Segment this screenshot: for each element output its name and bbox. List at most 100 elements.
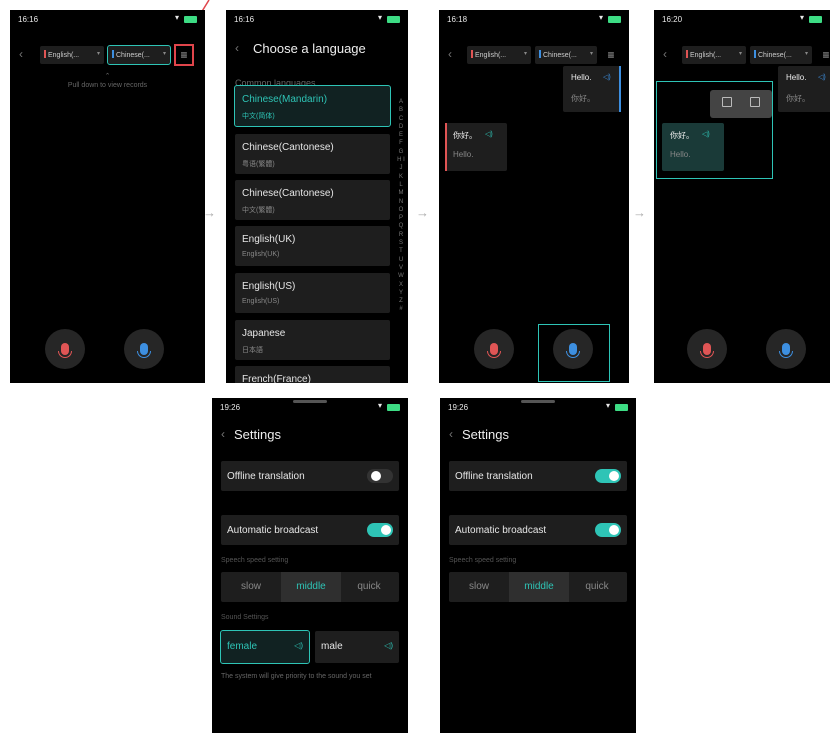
message-bubble-right[interactable]: Hello. ◁) 你好。 bbox=[778, 66, 830, 112]
message-translation: 你好。 bbox=[571, 94, 595, 103]
wifi-icon: ▾ bbox=[799, 13, 804, 22]
bubble-color-bar bbox=[619, 66, 621, 112]
target-language-label: Chinese(... bbox=[116, 52, 150, 59]
speed-slow[interactable]: slow bbox=[449, 572, 509, 602]
page-title: Settings bbox=[462, 427, 509, 442]
language-item[interactable]: Japanese 日本語 bbox=[235, 320, 390, 360]
source-color-bar bbox=[471, 50, 473, 58]
auto-broadcast-label: Automatic broadcast bbox=[455, 525, 547, 536]
language-item[interactable]: Chinese(Cantonese) 中文(繁體) bbox=[235, 180, 390, 220]
hamburger-menu-icon[interactable]: ≡ bbox=[603, 46, 619, 64]
share-icon[interactable] bbox=[750, 97, 760, 107]
offline-translation-toggle[interactable] bbox=[595, 469, 621, 483]
bubble-color-bar bbox=[445, 123, 447, 171]
speaker-icon[interactable]: ◁) bbox=[485, 130, 493, 138]
language-item[interactable]: English(UK) English(UK) bbox=[235, 226, 390, 266]
sound-female-option[interactable]: female ◁) bbox=[220, 630, 310, 664]
language-native: 中文(繁體) bbox=[242, 207, 275, 214]
target-language-button[interactable]: Chinese(... ▾ bbox=[107, 45, 171, 65]
chevron-up-icon: ⌃ bbox=[104, 73, 111, 80]
source-language-button[interactable]: English(... ▾ bbox=[467, 46, 531, 64]
speed-middle[interactable]: middle bbox=[281, 572, 341, 602]
chevron-left-icon[interactable]: ‹ bbox=[235, 41, 239, 55]
speed-slow[interactable]: slow bbox=[221, 572, 281, 602]
chevron-left-icon[interactable]: ‹ bbox=[663, 47, 667, 61]
language-native: 粤语(繁體) bbox=[242, 161, 275, 168]
speaker-icon: ◁) bbox=[294, 641, 303, 650]
chevron-left-icon[interactable]: ‹ bbox=[19, 47, 23, 61]
speed-quick[interactable]: quick bbox=[567, 572, 627, 602]
trash-icon[interactable] bbox=[722, 97, 732, 107]
message-action-popup bbox=[710, 90, 772, 118]
chevron-left-icon[interactable]: ‹ bbox=[221, 427, 225, 441]
page-title: Settings bbox=[234, 427, 281, 442]
message-bubble-right[interactable]: Hello. ◁) 你好。 bbox=[563, 66, 621, 112]
microphone-icon-target[interactable] bbox=[124, 329, 164, 369]
speed-middle[interactable]: middle bbox=[509, 572, 569, 602]
battery-icon bbox=[615, 404, 628, 411]
language-name: Chinese(Mandarin) bbox=[242, 94, 328, 105]
right-arrow-icon: → bbox=[633, 205, 646, 220]
hamburger-menu-icon[interactable]: ≡ bbox=[174, 44, 194, 66]
language-item-selected[interactable]: Chinese(Mandarin) 中文(简体) bbox=[234, 85, 391, 127]
sound-male-option[interactable]: male ◁) bbox=[315, 631, 399, 663]
mic-row bbox=[10, 329, 205, 373]
target-language-button[interactable]: Chinese(... ▾ bbox=[535, 46, 597, 64]
language-item[interactable]: Chinese(Cantonese) 粤语(繁體) bbox=[235, 134, 390, 174]
chevron-left-icon[interactable]: ‹ bbox=[448, 47, 452, 61]
screen-home: 16:16 ▾ ‹ English(... ▾ Chinese(... ▾ ≡ … bbox=[10, 10, 205, 383]
offline-translation-row: Offline translation bbox=[449, 461, 627, 491]
status-bar: 19:26 ▾ bbox=[440, 398, 636, 418]
screen-conversation-actions: 16:20 ▾ ‹ English(... ▾ Chinese(... ▾ ≡ … bbox=[654, 10, 830, 383]
language-native: English(UK) bbox=[242, 251, 280, 258]
target-color-bar bbox=[112, 50, 114, 58]
wifi-icon: ▾ bbox=[174, 13, 179, 22]
language-item[interactable]: English(US) English(US) bbox=[235, 273, 390, 313]
source-language-label: English(... bbox=[475, 52, 507, 59]
target-language-button[interactable]: Chinese(... ▾ bbox=[750, 46, 812, 64]
source-language-label: English(... bbox=[48, 52, 80, 59]
message-translation: 你好。 bbox=[786, 94, 810, 103]
offline-translation-row: Offline translation bbox=[221, 461, 399, 491]
language-name: Chinese(Cantonese) bbox=[242, 188, 334, 199]
auto-broadcast-row: Automatic broadcast bbox=[449, 515, 627, 545]
message-bubble-left[interactable]: 你好。 ◁) Hello. bbox=[662, 123, 724, 171]
microphone-icon-target[interactable] bbox=[766, 329, 806, 369]
message-bubble-left[interactable]: 你好。 ◁) Hello. bbox=[445, 123, 507, 171]
source-language-button[interactable]: English(... ▾ bbox=[40, 46, 104, 64]
battery-icon bbox=[809, 16, 822, 23]
message-text: Hello. bbox=[786, 73, 807, 82]
microphone-icon-source[interactable] bbox=[474, 329, 514, 369]
pull-hint-text: Pull down to view records bbox=[67, 82, 148, 89]
pull-hint: ⌃ Pull down to view records bbox=[10, 72, 205, 89]
speaker-icon[interactable]: ◁) bbox=[603, 73, 611, 81]
target-color-bar bbox=[754, 50, 756, 58]
speaker-icon[interactable]: ◁) bbox=[702, 130, 710, 138]
chevron-down-icon: ▾ bbox=[738, 51, 742, 57]
source-language-label: English(... bbox=[690, 52, 722, 59]
auto-broadcast-row: Automatic broadcast bbox=[221, 515, 399, 545]
offline-translation-toggle[interactable] bbox=[367, 469, 393, 483]
source-language-button[interactable]: English(... ▾ bbox=[682, 46, 746, 64]
microphone-icon-source[interactable] bbox=[45, 329, 85, 369]
microphone-icon-source[interactable] bbox=[687, 329, 727, 369]
status-time: 16:16 bbox=[234, 15, 255, 24]
language-item[interactable]: French(France) bbox=[235, 366, 390, 383]
chevron-left-icon[interactable]: ‹ bbox=[449, 427, 453, 441]
battery-icon bbox=[387, 404, 400, 411]
status-time: 16:20 bbox=[662, 15, 683, 24]
sound-female-label: female bbox=[227, 641, 258, 652]
offline-translation-label: Offline translation bbox=[227, 471, 305, 482]
auto-broadcast-toggle[interactable] bbox=[595, 523, 621, 537]
alphabet-index[interactable]: A B C D E F G H I J K L M N O P Q R S T … bbox=[397, 98, 405, 314]
sound-male-label: male bbox=[321, 641, 343, 652]
speaker-icon[interactable]: ◁) bbox=[818, 73, 826, 81]
hamburger-menu-icon[interactable]: ≡ bbox=[818, 46, 830, 64]
wifi-icon: ▾ bbox=[605, 401, 610, 410]
auto-broadcast-toggle[interactable] bbox=[367, 523, 393, 537]
chevron-down-icon: ▾ bbox=[523, 51, 527, 57]
speech-speed-label: Speech speed setting bbox=[449, 557, 517, 564]
speed-quick[interactable]: quick bbox=[339, 572, 399, 602]
screen-language-picker: 16:16 ▾ ‹ Choose a language Common langu… bbox=[226, 10, 408, 383]
page-title: Choose a language bbox=[253, 41, 366, 56]
